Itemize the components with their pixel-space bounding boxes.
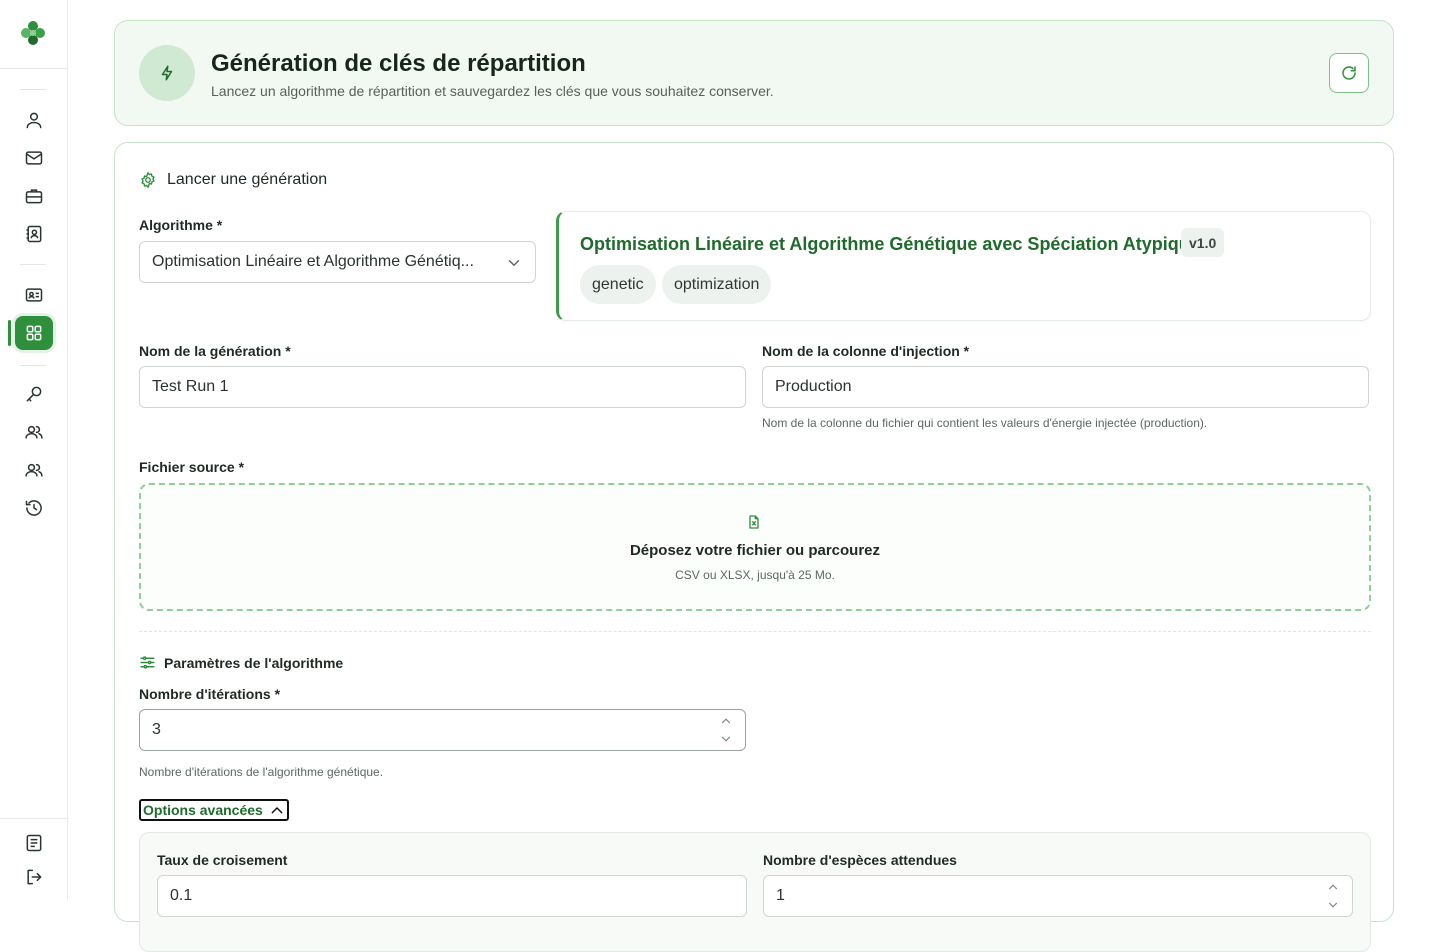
spreadsheet-file-icon <box>746 513 762 536</box>
iterations-label: Nombre d'itérations * <box>139 686 281 702</box>
generation-form-card: Lancer une génération Algorithme * Optim… <box>114 142 1394 952</box>
key-icon <box>26 386 42 402</box>
sidebar-item-profile[interactable] <box>22 108 46 132</box>
gear-icon <box>141 171 155 189</box>
sidebar-item-logout[interactable] <box>22 865 46 889</box>
algorithm-name: Optimisation Linéaire et Algorithme Géné… <box>580 234 1200 254</box>
injection-column-value: Production <box>775 378 852 395</box>
page-title: Génération de clés de répartition <box>211 50 586 77</box>
sidebar <box>0 0 68 900</box>
generation-name-label: Nom de la génération * <box>139 343 291 359</box>
sidebar-item-contacts[interactable] <box>22 222 46 246</box>
species-count-value: 1 <box>776 887 785 904</box>
sidebar-divider <box>20 264 46 265</box>
sidebar-divider <box>20 365 46 366</box>
generation-name-input[interactable]: Test Run 1 <box>139 366 746 408</box>
crossover-rate-value: 0.1 <box>170 887 193 904</box>
dropzone-hint: CSV ou XLSX, jusqu'à 25 Mo. <box>675 568 835 582</box>
sidebar-item-distribution-keys[interactable] <box>15 316 53 350</box>
iterations-input[interactable]: 3 <box>139 709 746 751</box>
lightning-icon <box>161 65 173 81</box>
document-icon <box>26 834 42 852</box>
advanced-options-panel: Taux de croisement 0.1 Nombre d'espèces … <box>139 832 1371 952</box>
history-icon <box>25 500 42 516</box>
algorithm-info-card: Optimisation Linéaire et Algorithme Géné… <box>556 211 1371 321</box>
crossover-rate-label: Taux de croisement <box>157 852 288 868</box>
clover-logo-icon <box>21 21 45 45</box>
algorithm-select-value: Optimisation Linéaire et Algorithme Géné… <box>152 253 474 270</box>
generation-name-value: Test Run 1 <box>152 378 229 395</box>
sidebar-item-docs[interactable] <box>22 831 46 855</box>
sliders-icon <box>140 656 155 669</box>
id-card-icon <box>25 288 43 302</box>
iterations-help: Nombre d'itérations de l'algorithme géné… <box>139 765 384 779</box>
logout-icon <box>27 869 42 885</box>
params-title-text: Paramètres de l'algorithme <box>164 654 344 671</box>
algorithm-select[interactable]: Optimisation Linéaire et Algorithme Géné… <box>139 241 536 283</box>
sidebar-item-messages[interactable] <box>22 146 46 170</box>
section-divider <box>139 631 1371 632</box>
chevron-down-icon[interactable] <box>719 732 733 746</box>
sidebar-active-indicator <box>8 320 11 346</box>
sidebar-divider <box>20 89 46 90</box>
section-title-text: Lancer une génération <box>167 171 328 188</box>
species-count-input[interactable]: 1 <box>763 875 1353 917</box>
team-icon <box>25 463 43 477</box>
sidebar-item-search[interactable] <box>22 382 46 406</box>
chevron-up-icon <box>271 806 283 814</box>
iterations-stepper[interactable] <box>719 714 733 746</box>
chevron-up-icon[interactable] <box>719 714 733 728</box>
page-header: Génération de clés de répartition Lancez… <box>114 20 1394 126</box>
sidebar-bottom-divider <box>0 818 68 819</box>
source-file-label: Fichier source * <box>139 459 245 475</box>
tag-optimization: optimization <box>662 265 772 304</box>
contact-book-icon <box>26 225 42 243</box>
crossover-rate-input[interactable]: 0.1 <box>157 875 747 917</box>
briefcase-icon <box>25 189 43 204</box>
refresh-icon <box>1342 66 1356 80</box>
file-dropzone[interactable]: Déposez votre fichier ou parcourez CSV o… <box>139 483 1371 611</box>
injection-column-help: Nom de la colonne du fichier qui contien… <box>762 416 1208 430</box>
species-count-label: Nombre d'espèces attendues <box>763 852 957 868</box>
sidebar-top-divider <box>0 68 68 69</box>
sidebar-item-users[interactable] <box>22 420 46 444</box>
params-title: Paramètres de l'algorithme <box>139 654 343 671</box>
algorithm-label: Algorithme * <box>139 217 223 233</box>
refresh-button[interactable] <box>1329 53 1369 93</box>
dropzone-title: Déposez votre fichier ou parcourez <box>629 542 881 559</box>
iterations-value: 3 <box>152 721 161 738</box>
app-logo[interactable] <box>18 18 48 48</box>
mail-icon <box>25 151 43 165</box>
version-badge: v1.0 <box>1181 228 1225 257</box>
sidebar-item-history[interactable] <box>22 496 46 520</box>
injection-column-input[interactable]: Production <box>762 366 1369 408</box>
users-icon <box>25 425 43 439</box>
chevron-up-icon[interactable] <box>1326 880 1340 894</box>
user-icon <box>26 112 42 129</box>
advanced-options-toggle[interactable]: Options avancées <box>139 799 289 821</box>
sidebar-item-groups[interactable] <box>22 458 46 482</box>
page-subtitle: Lancez un algorithme de répartition et s… <box>211 83 774 99</box>
sidebar-item-projects[interactable] <box>22 184 46 208</box>
chevron-down-icon <box>505 254 523 277</box>
header-badge <box>139 45 195 101</box>
chevron-down-icon[interactable] <box>1326 898 1340 912</box>
grid-icon <box>26 325 42 341</box>
injection-column-label: Nom de la colonne d'injection * <box>762 343 970 359</box>
tag-genetic: genetic <box>580 265 656 304</box>
sidebar-item-members[interactable] <box>22 283 46 307</box>
species-count-stepper[interactable] <box>1326 880 1340 912</box>
advanced-options-label: Options avancées <box>143 802 263 818</box>
section-title: Lancer une génération <box>139 171 327 189</box>
